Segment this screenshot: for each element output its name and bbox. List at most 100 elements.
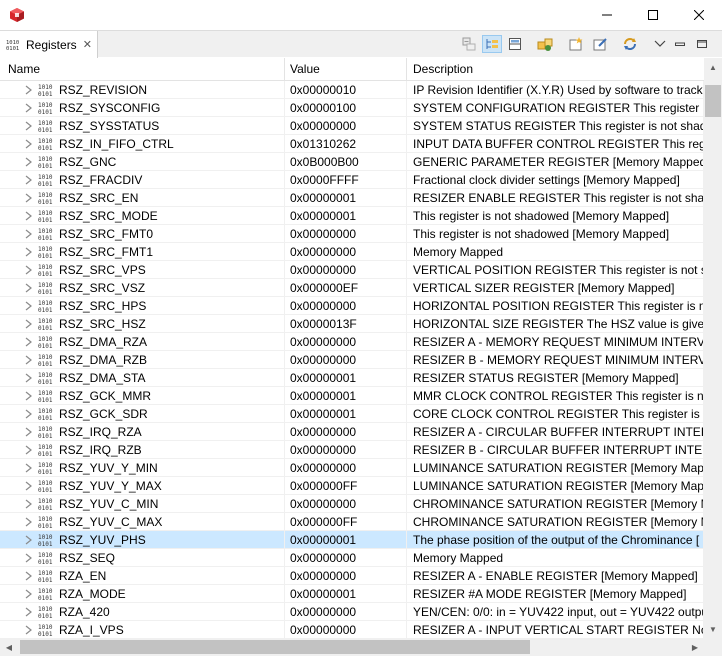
column-header-name[interactable]: Name bbox=[0, 58, 285, 81]
refresh-button[interactable] bbox=[620, 35, 640, 53]
minimize-view-button[interactable] bbox=[670, 35, 690, 53]
chevron-right-icon[interactable] bbox=[24, 463, 33, 473]
table-row[interactable]: 1010 0101 RSZ_DMA_RZA 0x00000000 RESIZER A -… bbox=[0, 333, 704, 351]
table-row[interactable]: 1010 0101 RSZ_YUV_C_MAX 0x000000FF CHROMINAN… bbox=[0, 513, 704, 531]
table-row[interactable]: 1010 0101 RSZ_YUV_PHS 0x00000001 The phase p… bbox=[0, 531, 704, 549]
chevron-right-icon[interactable] bbox=[24, 337, 33, 347]
chevron-right-icon[interactable] bbox=[24, 499, 33, 509]
vertical-scrollbar[interactable]: ▲ ▼ bbox=[704, 58, 722, 638]
show-tree-button[interactable] bbox=[482, 35, 502, 53]
register-value[interactable]: 0x00000000 bbox=[285, 603, 407, 621]
register-value[interactable]: 0x00000000 bbox=[285, 261, 407, 279]
table-row[interactable]: 1010 0101 RSZ_DMA_RZB 0x00000000 RESIZER B -… bbox=[0, 351, 704, 369]
chevron-right-icon[interactable] bbox=[24, 139, 33, 149]
table-row[interactable]: 1010 0101 RZA_I_VPS 0x00000000 RESIZER A - I… bbox=[0, 621, 704, 638]
table-row[interactable]: 1010 0101 RSZ_SRC_HPS 0x00000000 HORIZONTAL … bbox=[0, 297, 704, 315]
table-row[interactable]: 1010 0101 RSZ_IN_FIFO_CTRL 0x01310262 INPUT … bbox=[0, 135, 704, 153]
table-row[interactable]: 1010 0101 RSZ_YUV_Y_MAX 0x000000FF LUMINANCE… bbox=[0, 477, 704, 495]
chevron-right-icon[interactable] bbox=[24, 625, 33, 635]
table-row[interactable]: 1010 0101 RSZ_SRC_VPS 0x00000000 VERTICAL PO… bbox=[0, 261, 704, 279]
table-row[interactable]: 1010 0101 RSZ_SEQ 0x00000000 Memory Mapped bbox=[0, 549, 704, 567]
chevron-right-icon[interactable] bbox=[24, 193, 33, 203]
table-row[interactable]: 1010 0101 RSZ_SRC_FMT1 0x00000000 Memory Map… bbox=[0, 243, 704, 261]
chevron-right-icon[interactable] bbox=[24, 265, 33, 275]
register-value[interactable]: 0x00000000 bbox=[285, 117, 407, 135]
scroll-down-icon[interactable]: ▼ bbox=[704, 620, 722, 638]
register-value[interactable]: 0x0000FFFF bbox=[285, 171, 407, 189]
register-value[interactable]: 0x00000000 bbox=[285, 441, 407, 459]
register-value[interactable]: 0x00000000 bbox=[285, 351, 407, 369]
register-value[interactable]: 0x00000000 bbox=[285, 621, 407, 638]
maximize-button[interactable] bbox=[630, 0, 676, 30]
table-row[interactable]: 1010 0101 RSZ_GNC 0x0B000B00 GENERIC PARAMET… bbox=[0, 153, 704, 171]
scroll-right-icon[interactable]: ▶ bbox=[686, 638, 704, 656]
chevron-right-icon[interactable] bbox=[24, 301, 33, 311]
chevron-right-icon[interactable] bbox=[24, 283, 33, 293]
tab-close-icon[interactable]: ✕ bbox=[83, 38, 92, 51]
register-value[interactable]: 0x00000000 bbox=[285, 225, 407, 243]
register-value[interactable]: 0x00000001 bbox=[285, 189, 407, 207]
chevron-right-icon[interactable] bbox=[24, 409, 33, 419]
register-value[interactable]: 0x000000EF bbox=[285, 279, 407, 297]
register-value[interactable]: 0x01310262 bbox=[285, 135, 407, 153]
table-row[interactable]: 1010 0101 RSZ_FRACDIV 0x0000FFFF Fractional … bbox=[0, 171, 704, 189]
register-value[interactable]: 0x00000000 bbox=[285, 333, 407, 351]
chevron-right-icon[interactable] bbox=[24, 121, 33, 131]
register-value[interactable]: 0x00000001 bbox=[285, 387, 407, 405]
register-value[interactable]: 0x00000001 bbox=[285, 369, 407, 387]
column-header-description[interactable]: Description bbox=[407, 58, 704, 81]
table-row[interactable]: 1010 0101 RSZ_IRQ_RZB 0x00000000 RESIZER B -… bbox=[0, 441, 704, 459]
toggle-layout-button[interactable] bbox=[505, 35, 525, 53]
collapse-all-button[interactable] bbox=[459, 35, 479, 53]
chevron-right-icon[interactable] bbox=[24, 247, 33, 257]
register-value[interactable]: 0x000000FF bbox=[285, 513, 407, 531]
register-value[interactable]: 0x00000001 bbox=[285, 531, 407, 549]
register-value[interactable]: 0x00000100 bbox=[285, 99, 407, 117]
table-row[interactable]: 1010 0101 RSZ_SYSCONFIG 0x00000100 SYSTEM CO… bbox=[0, 99, 704, 117]
register-value[interactable]: 0x0000013F bbox=[285, 315, 407, 333]
table-row[interactable]: 1010 0101 RSZ_DMA_STA 0x00000001 RESIZER STA… bbox=[0, 369, 704, 387]
chevron-right-icon[interactable] bbox=[24, 157, 33, 167]
chevron-right-icon[interactable] bbox=[24, 373, 33, 383]
table-row[interactable]: 1010 0101 RZA_EN 0x00000000 RESIZER A - ENAB… bbox=[0, 567, 704, 585]
chevron-right-icon[interactable] bbox=[24, 229, 33, 239]
table-row[interactable]: 1010 0101 RSZ_GCK_SDR 0x00000001 CORE CLOCK … bbox=[0, 405, 704, 423]
chevron-right-icon[interactable] bbox=[24, 175, 33, 185]
chevron-right-icon[interactable] bbox=[24, 211, 33, 221]
register-value[interactable]: 0x00000000 bbox=[285, 423, 407, 441]
add-register-group-button[interactable] bbox=[535, 35, 555, 53]
chevron-right-icon[interactable] bbox=[24, 445, 33, 455]
table-row[interactable]: 1010 0101 RZA_MODE 0x00000001 RESIZER #A MOD… bbox=[0, 585, 704, 603]
edit-group-button[interactable] bbox=[590, 35, 610, 53]
table-row[interactable]: 1010 0101 RSZ_YUV_C_MIN 0x00000000 CHROMINAN… bbox=[0, 495, 704, 513]
table-row[interactable]: 1010 0101 RSZ_YUV_Y_MIN 0x00000000 LUMINANCE… bbox=[0, 459, 704, 477]
horizontal-scroll-thumb[interactable] bbox=[20, 640, 530, 654]
chevron-right-icon[interactable] bbox=[24, 427, 33, 437]
chevron-right-icon[interactable] bbox=[24, 535, 33, 545]
chevron-right-icon[interactable] bbox=[24, 481, 33, 491]
table-row[interactable]: 1010 0101 RSZ_REVISION 0x00000010 IP Revisio… bbox=[0, 81, 704, 99]
register-value[interactable]: 0x00000000 bbox=[285, 567, 407, 585]
scroll-left-icon[interactable]: ◀ bbox=[0, 638, 18, 656]
register-value[interactable]: 0x00000001 bbox=[285, 207, 407, 225]
chevron-right-icon[interactable] bbox=[24, 553, 33, 563]
register-value[interactable]: 0x00000001 bbox=[285, 405, 407, 423]
table-row[interactable]: 1010 0101 RSZ_SRC_HSZ 0x0000013F HORIZONTAL … bbox=[0, 315, 704, 333]
register-value[interactable]: 0x00000010 bbox=[285, 81, 407, 99]
register-value[interactable]: 0x000000FF bbox=[285, 477, 407, 495]
table-row[interactable]: 1010 0101 RSZ_SYSSTATUS 0x00000000 SYSTEM ST… bbox=[0, 117, 704, 135]
minimize-button[interactable] bbox=[584, 0, 630, 30]
chevron-right-icon[interactable] bbox=[24, 85, 33, 95]
chevron-right-icon[interactable] bbox=[24, 391, 33, 401]
register-value[interactable]: 0x00000000 bbox=[285, 243, 407, 261]
table-row[interactable]: 1010 0101 RSZ_IRQ_RZA 0x00000000 RESIZER A -… bbox=[0, 423, 704, 441]
table-row[interactable]: 1010 0101 RSZ_SRC_EN 0x00000001 RESIZER ENAB… bbox=[0, 189, 704, 207]
register-value[interactable]: 0x00000000 bbox=[285, 495, 407, 513]
maximize-view-button[interactable] bbox=[692, 35, 712, 53]
chevron-right-icon[interactable] bbox=[24, 517, 33, 527]
table-row[interactable]: 1010 0101 RSZ_SRC_VSZ 0x000000EF VERTICAL SI… bbox=[0, 279, 704, 297]
register-value[interactable]: 0x00000001 bbox=[285, 585, 407, 603]
new-group-button[interactable] bbox=[566, 35, 586, 53]
vertical-scroll-thumb[interactable] bbox=[705, 85, 721, 117]
register-value[interactable]: 0x0B000B00 bbox=[285, 153, 407, 171]
